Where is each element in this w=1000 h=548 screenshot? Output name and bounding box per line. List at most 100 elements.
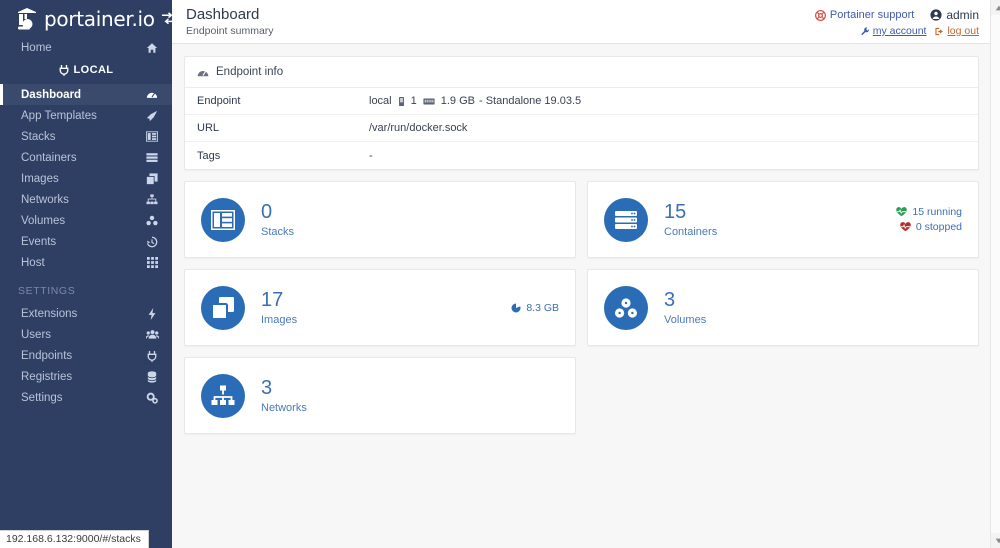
history-icon: [144, 236, 160, 248]
stat-label: Networks: [261, 401, 307, 414]
stat-count: 3: [664, 288, 676, 311]
dashboard-icon: [144, 89, 160, 100]
sidebar-item-dashboard[interactable]: Dashboard: [0, 84, 172, 105]
sidebar-item-label: Stacks: [21, 130, 56, 143]
volumes-icon: [144, 215, 160, 226]
sidebar-item-label: Users: [21, 328, 52, 341]
endpoint-info-header: Endpoint info: [185, 57, 978, 88]
scroll-up-arrow-icon[interactable]: [991, 0, 1000, 15]
logout-link[interactable]: log out: [935, 25, 979, 37]
sidebar-item-home[interactable]: Home: [0, 37, 172, 58]
logout-label: log out: [947, 25, 979, 37]
stat-card-text: 3 Networks: [261, 376, 307, 414]
endpoint-row-url: URL /var/run/docker.sock: [185, 115, 978, 142]
stacks-icon: [144, 131, 160, 142]
sidebar-item-endpoints[interactable]: Endpoints: [0, 345, 172, 366]
endpoint-version-suffix: - Standalone 19.03.5: [479, 95, 582, 107]
topbar-user-row: Portainer support admin: [814, 8, 979, 22]
sidebar-item-label: Dashboard: [21, 88, 82, 101]
signout-icon: [935, 27, 944, 36]
scroll-down-arrow-icon[interactable]: [991, 533, 1000, 548]
sidebar-item-label: Extensions: [21, 307, 78, 320]
stat-count: 3: [261, 376, 273, 399]
stat-card-volumes[interactable]: 3 Volumes: [587, 269, 979, 346]
scrollbar-track[interactable]: [991, 15, 1000, 533]
portainer-support-link[interactable]: Portainer support: [814, 9, 915, 21]
stat-cards-left-column: 0 Stacks 17 Images 8.3 GB 3 Networks: [184, 181, 576, 434]
sidebar-item-host[interactable]: Host: [0, 252, 172, 273]
stat-card-text: 3 Volumes: [664, 288, 706, 326]
endpoint-row-value: local 1 1.9 GB - Standalone 19.03.5: [369, 95, 581, 107]
sidebar-item-label: Registries: [21, 370, 73, 383]
sidebar-endpoint-badge: LOCAL: [0, 60, 172, 80]
sidebar-item-settings[interactable]: Settings: [0, 387, 172, 408]
cpu-icon: [398, 96, 405, 107]
stat-card-side-info: 8.3 GB: [511, 302, 559, 314]
sidebar-item-label: App Templates: [21, 109, 97, 122]
home-icon: [144, 42, 160, 54]
sidebar-item-volumes[interactable]: Volumes: [0, 210, 172, 231]
stat-card-text: 15 Containers: [664, 200, 717, 238]
sidebar-item-extensions[interactable]: Extensions: [0, 303, 172, 324]
stat-cards-right-column: 15 Containers 15 running 0 stopped 3 Vol…: [587, 181, 979, 434]
topbar-right: Portainer support admin my account log o…: [814, 6, 979, 37]
endpoint-info-panel: Endpoint info Endpoint local 1 1.9 GB - …: [184, 56, 979, 170]
endpoint-row-endpoint: Endpoint local 1 1.9 GB - Standalone 19.…: [185, 88, 978, 115]
database-icon: [144, 370, 160, 383]
page-subtitle: Endpoint summary: [186, 25, 274, 37]
sidebar-item-users[interactable]: Users: [0, 324, 172, 345]
tachometer-icon: [197, 67, 209, 78]
dashboard-content: Endpoint info Endpoint local 1 1.9 GB - …: [172, 44, 1000, 434]
sidebar-logo-row: portainer.io: [0, 0, 175, 37]
plug-icon: [144, 350, 160, 362]
sidebar-item-containers[interactable]: Containers: [0, 147, 172, 168]
users-icon: [144, 329, 160, 340]
sidebar-endpoint-label: LOCAL: [73, 64, 114, 76]
bolt-icon: [144, 307, 160, 320]
wrench-icon: [861, 26, 870, 36]
sidebar-item-stacks[interactable]: Stacks: [0, 126, 172, 147]
topbar-links-row: my account log out: [861, 25, 979, 37]
stat-card-networks[interactable]: 3 Networks: [184, 357, 576, 434]
current-user-name: admin: [946, 8, 979, 22]
sidebar-item-label: Networks: [21, 193, 69, 206]
sidebar-item-events[interactable]: Events: [0, 231, 172, 252]
sidebar-item-label: Settings: [21, 391, 63, 404]
stat-card-text: 0 Stacks: [261, 200, 295, 238]
stat-card-containers[interactable]: 15 Containers 15 running 0 stopped: [587, 181, 979, 258]
stat-card-stacks[interactable]: 0 Stacks: [184, 181, 576, 258]
stat-label: Stacks: [261, 225, 295, 238]
user-circle-icon: [930, 9, 942, 21]
sidebar-item-label: Volumes: [21, 214, 66, 227]
containers-icon: [144, 152, 160, 163]
sidebar-item-app-templates[interactable]: App Templates: [0, 105, 172, 126]
sidebar-section-settings: SETTINGS: [18, 285, 76, 297]
sidebar-item-label: Containers: [21, 151, 77, 164]
topbar: Dashboard Endpoint summary Portainer sup…: [172, 0, 1000, 44]
sidebar-item-registries[interactable]: Registries: [0, 366, 172, 387]
stat-count: 0: [261, 200, 273, 223]
my-account-link[interactable]: my account: [861, 25, 926, 37]
endpoint-url-value: /var/run/docker.sock: [369, 122, 468, 134]
stat-count: 17: [261, 288, 284, 311]
sidebar-brand: portainer.io: [44, 6, 155, 31]
sidebar-item-networks[interactable]: Networks: [0, 189, 172, 210]
rocket-icon: [144, 110, 160, 122]
stat-card-images[interactable]: 17 Images 8.3 GB: [184, 269, 576, 346]
networks-icon: [201, 373, 245, 418]
images-icon: [144, 172, 160, 185]
page-scrollbar[interactable]: [990, 0, 1000, 548]
portainer-support-label: Portainer support: [829, 9, 915, 21]
portainer-logo-icon: [14, 6, 40, 32]
stat-cards: 0 Stacks 17 Images 8.3 GB 3 Networks 15 …: [184, 181, 979, 434]
sidebar-item-label: Endpoints: [21, 349, 73, 362]
stat-count: 15: [664, 200, 687, 223]
sidebar-item-images[interactable]: Images: [0, 168, 172, 189]
containers-running-text: 15 running: [912, 206, 962, 218]
pie-chart-icon: [511, 303, 521, 313]
sidebar: portainer.io Home LOCAL Dashboard App Te…: [0, 0, 175, 548]
page-title: Dashboard: [186, 6, 260, 23]
sidebar-item-label: Events: [21, 235, 57, 248]
sidebar-item-label: Home: [21, 41, 52, 54]
endpoint-memory: 1.9 GB: [440, 95, 475, 107]
